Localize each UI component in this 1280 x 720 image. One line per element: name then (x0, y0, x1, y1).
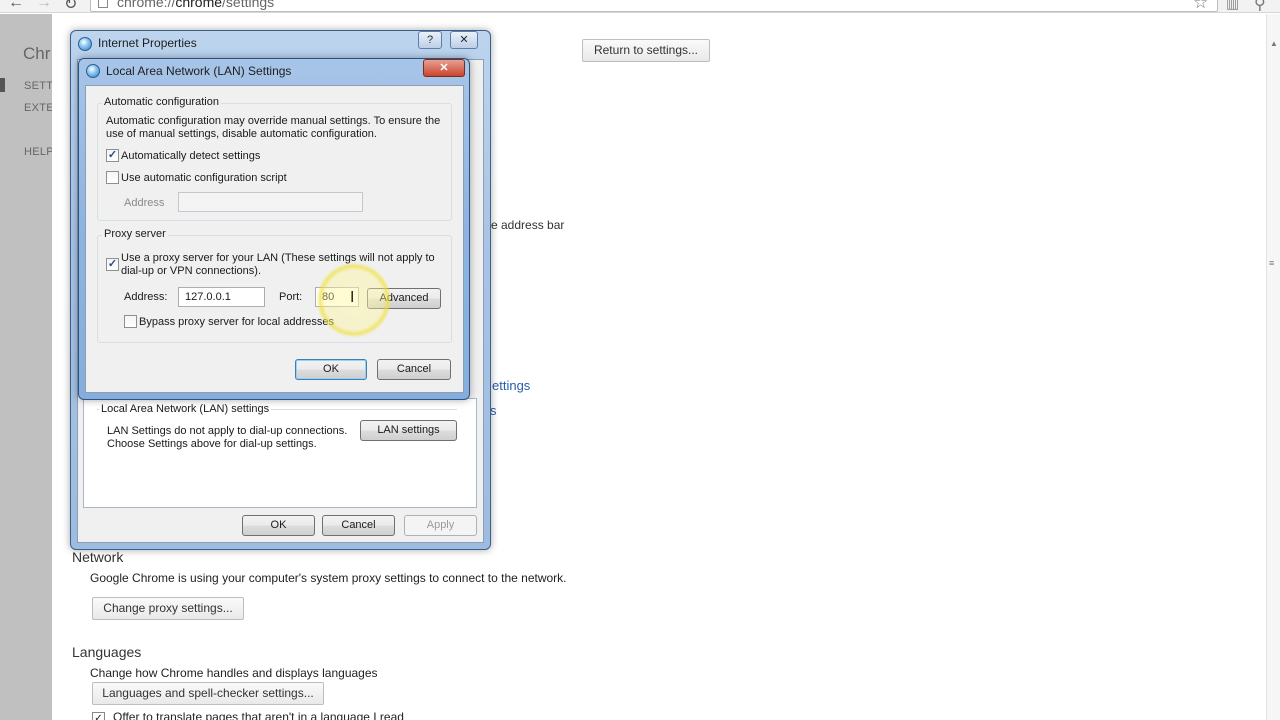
port-label: Port: (279, 291, 303, 303)
network-heading: Network (72, 549, 124, 565)
back-arrow-icon[interactable]: ← (8, 0, 24, 12)
apply-button[interactable]: Apply (404, 515, 477, 536)
languages-heading: Languages (72, 644, 142, 660)
close-icon[interactable]: ✕ (450, 31, 478, 49)
languages-settings-button[interactable]: Languages and spell-checker settings... (92, 682, 324, 705)
advanced-button[interactable]: Advanced (367, 288, 441, 309)
check-mark-icon: ✓ (107, 258, 118, 270)
sidebar-item-help[interactable]: HELP (24, 146, 52, 158)
reload-icon[interactable]: ↻ (64, 0, 77, 12)
check-mark-icon: ✓ (107, 149, 118, 161)
scroll-up-arrow-icon[interactable]: ▲ (1270, 39, 1278, 48)
automatic-config-description-2: use of manual settings, disable automati… (106, 128, 377, 140)
lan-description-line-1: LAN Settings do not apply to dial-up con… (107, 425, 348, 437)
use-proxy-label-line-1: Use a proxy server for your LAN (These s… (121, 252, 435, 264)
bypass-local-label: Bypass proxy server for local addresses (139, 316, 335, 328)
url-host: chrome (175, 0, 223, 10)
settings-sidebar: Chr SETT EXTE HELP (0, 14, 52, 720)
script-address-field[interactable] (178, 192, 363, 212)
settings-link-fragment[interactable]: ettings (492, 378, 530, 393)
languages-description: Change how Chrome handles and displays l… (90, 666, 378, 680)
auto-detect-label: Automatically detect settings (121, 150, 261, 162)
proxy-address-label: Address: (124, 291, 168, 303)
use-proxy-label-line-2: dial-up or VPN connections). (121, 265, 262, 277)
lan-globe-icon (86, 64, 100, 78)
page-icon (98, 0, 108, 8)
check-mark-icon: ✓ (94, 713, 103, 720)
config-script-checkbox[interactable] (106, 171, 119, 184)
lan-cancel-button[interactable]: Cancel (377, 359, 451, 380)
script-address-label: Address (124, 197, 165, 209)
proxy-server-label: Proxy server (102, 228, 168, 240)
internet-properties-title: Internet Properties (98, 36, 197, 50)
internet-properties-cancel-button[interactable]: Cancel (322, 515, 395, 536)
config-script-label: Use automatic configuration script (121, 172, 287, 184)
lan-group-label: Local Area Network (LAN) settings (99, 403, 272, 415)
auto-detect-checkbox[interactable]: ✓ (106, 149, 119, 162)
lan-ok-button[interactable]: OK (295, 359, 367, 380)
sidebar-item-settings[interactable]: SETT (24, 80, 52, 92)
page-scrollbar[interactable]: ▲ ≡ (1266, 14, 1280, 720)
address-bar-text-fragment: e address bar (491, 218, 565, 232)
automatic-config-description-1: Automatic configuration may override man… (106, 115, 441, 127)
sidebar-item-extensions[interactable]: EXTE (24, 102, 52, 114)
network-description: Google Chrome is using your computer's s… (90, 571, 567, 585)
scroll-grip-icon[interactable]: ≡ (1269, 258, 1274, 268)
url-prefix: chrome:// (117, 0, 176, 10)
automatic-configuration-label: Automatic configuration (102, 96, 221, 108)
lan-settings-title: Local Area Network (LAN) Settings (106, 64, 292, 78)
browser-toolbar: ← → ↻ chrome://chrome/settings ☆ ▥ ⚲ (0, 0, 1280, 13)
lan-description-line-2: Choose Settings above for dial-up settin… (107, 438, 317, 450)
internet-globe-icon (78, 37, 92, 51)
change-proxy-settings-button[interactable]: Change proxy settings... (92, 597, 244, 620)
use-proxy-checkbox[interactable]: ✓ (106, 258, 119, 271)
active-indicator (0, 78, 5, 92)
bookmark-star-icon[interactable]: ☆ (1193, 0, 1208, 12)
text-cursor-icon: I (350, 288, 355, 306)
wrench-icon[interactable]: ⚲ (1254, 0, 1266, 12)
url-path: /settings (222, 0, 275, 10)
lan-settings-button[interactable]: LAN settings (360, 420, 457, 441)
translate-option-label: Offer to translate pages that aren't in … (113, 710, 404, 720)
help-button[interactable]: ? (418, 31, 442, 49)
address-bar[interactable]: chrome://chrome/settings (90, 0, 1218, 12)
translate-checkbox[interactable]: ✓ (92, 712, 105, 720)
forward-arrow-icon[interactable]: → (36, 0, 52, 12)
internet-properties-ok-button[interactable]: OK (242, 515, 315, 536)
extension-bars-icon[interactable]: ▥ (1226, 0, 1239, 12)
bypass-local-checkbox[interactable] (124, 315, 137, 328)
return-to-settings-button[interactable]: Return to settings... (582, 39, 710, 62)
sidebar-brand: Chr (23, 44, 51, 63)
proxy-address-field[interactable]: 127.0.0.1 (178, 287, 265, 307)
lan-close-icon[interactable]: ✕ (423, 59, 465, 77)
